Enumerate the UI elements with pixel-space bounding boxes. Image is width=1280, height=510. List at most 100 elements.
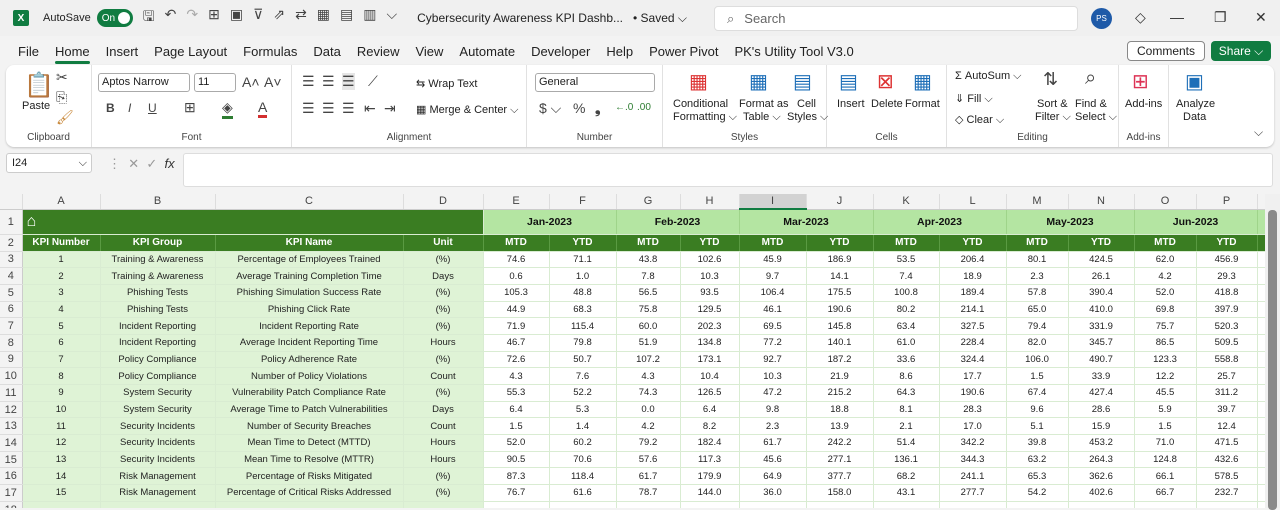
increase-decimal-icon[interactable]: ←.0 [615,102,633,113]
increase-indent-icon[interactable]: ⇥ [384,100,396,117]
unit-cell[interactable]: (%) [403,484,484,502]
value-cell[interactable]: 0.0 [616,401,681,419]
value-cell[interactable]: 7.6 [549,367,617,385]
delete-cells-icon[interactable]: ⊠ [877,69,894,94]
unit-cell[interactable]: Hours [403,334,484,352]
value-cell[interactable]: 63.2 [1006,451,1069,469]
value-cell[interactable]: 6.4 [680,401,740,419]
value-cell[interactable]: 140.1 [806,334,874,352]
value-cell[interactable]: 13.9 [806,417,874,436]
value-cell[interactable]: 432.6 [1196,451,1258,469]
font-color-icon[interactable]: A [258,99,268,118]
value-cell[interactable]: 175.5 [806,284,874,302]
kpi-group-cell[interactable]: Training & Awareness [100,267,216,285]
value-cell[interactable]: 70.6 [549,451,617,469]
merge-center-button[interactable]: ▦ Merge & Center ⌵ [416,103,519,117]
value-cell[interactable]: 21.9 [806,367,874,385]
picture-icon[interactable]: ▣ [230,6,243,30]
italic-icon[interactable]: I [128,101,131,115]
value-cell[interactable]: 264.3 [1068,451,1135,469]
value-cell[interactable]: 509.5 [1196,334,1258,352]
share-icon[interactable]: ⇗ [273,6,285,30]
value-cell[interactable]: 77.2 [739,334,807,352]
value-cell[interactable]: 18.8 [806,401,874,419]
kpi-number-cell[interactable]: 12 [22,434,101,452]
row-header[interactable]: 7 [0,317,23,335]
value-cell[interactable]: 1.0 [549,267,617,285]
value-cell[interactable]: 327.5 [939,317,1007,335]
cell[interactable] [1257,351,1265,369]
value-cell[interactable]: 61.6 [549,484,617,502]
value-cell[interactable]: 56.5 [616,284,681,302]
value-cell[interactable]: 86.5 [1134,334,1197,352]
value-cell[interactable]: 1.5 [1006,367,1069,385]
currency-icon[interactable]: $ ⌵ [539,100,561,117]
increase-font-icon[interactable]: A˄ [242,74,260,90]
undo-icon[interactable]: ↶ [165,6,177,30]
value-cell[interactable]: 8.1 [873,401,940,419]
orientation-icon[interactable]: ⟋ [368,73,378,90]
save-icon[interactable]: 🖫 [143,6,155,30]
value-cell[interactable]: 12.4 [1196,417,1258,436]
value-cell[interactable]: 558.8 [1196,351,1258,369]
cell[interactable] [1257,434,1265,452]
value-cell[interactable]: 4.2 [1134,267,1197,285]
tab-formulas[interactable]: Formulas [243,44,297,59]
row-header[interactable]: 2 [0,234,23,252]
cell[interactable] [1257,284,1265,302]
kpi-name-cell[interactable]: Mean Time to Resolve (MTTR) [215,451,404,469]
value-cell[interactable]: 54.2 [1006,484,1069,502]
cell[interactable] [215,501,404,508]
cell[interactable] [939,501,1007,508]
form-icon[interactable]: ▥ [363,6,376,30]
kpi-name-cell[interactable]: Percentage of Risks Mitigated [215,467,404,486]
value-cell[interactable]: 18.9 [939,267,1007,285]
kpi-number-cell[interactable]: 5 [22,317,101,335]
value-cell[interactable]: 173.1 [680,351,740,369]
value-cell[interactable]: 377.7 [806,467,874,486]
tab-developer[interactable]: Developer [531,44,590,59]
tab-automate[interactable]: Automate [459,44,515,59]
value-cell[interactable]: 10.4 [680,367,740,385]
column-header-M[interactable]: M [1006,194,1069,210]
row-header[interactable]: 12 [0,401,23,419]
saved-status[interactable]: • Saved ⌵ [633,11,687,26]
insert-cells-icon[interactable]: ▤ [839,69,858,94]
value-cell[interactable]: 242.2 [806,434,874,452]
value-cell[interactable]: 36.0 [739,484,807,502]
value-cell[interactable]: 87.3 [483,467,550,486]
close-icon[interactable]: ✕ [1255,9,1267,26]
kpi-name-cell[interactable]: Percentage of Employees Trained [215,251,404,269]
cut-icon[interactable]: ✂ [56,69,68,86]
cell[interactable] [549,501,617,508]
align-bottom-icon[interactable]: ☰ [342,73,355,90]
value-cell[interactable]: 202.3 [680,317,740,335]
value-cell[interactable]: 28.3 [939,401,1007,419]
kpi-group-cell[interactable]: System Security [100,384,216,402]
value-cell[interactable]: 61.0 [873,334,940,352]
unit-cell[interactable]: (%) [403,467,484,486]
column-header-K[interactable]: K [873,194,940,210]
value-cell[interactable]: 6.4 [483,401,550,419]
column-header-L[interactable]: L [939,194,1007,210]
fill-color-icon[interactable]: ◈ [222,99,233,119]
value-cell[interactable]: 345.7 [1068,334,1135,352]
comma-icon[interactable]: ❟ [595,100,601,117]
cell[interactable] [616,501,681,508]
decrease-font-icon[interactable]: A˅ [264,74,282,90]
value-cell[interactable]: 47.2 [739,384,807,402]
unit-cell[interactable]: (%) [403,251,484,269]
column-header-A[interactable]: A [22,194,101,210]
value-cell[interactable]: 5.1 [1006,417,1069,436]
value-cell[interactable]: 44.9 [483,301,550,319]
value-cell[interactable]: 8.2 [680,417,740,436]
column-header-C[interactable]: C [215,194,404,210]
value-cell[interactable]: 578.5 [1196,467,1258,486]
value-cell[interactable]: 206.4 [939,251,1007,269]
value-cell[interactable]: 71.1 [549,251,617,269]
value-cell[interactable]: 117.3 [680,451,740,469]
value-cell[interactable]: 45.6 [739,451,807,469]
kpi-group-cell[interactable]: Security Incidents [100,434,216,452]
value-cell[interactable]: 2.3 [1006,267,1069,285]
cell[interactable] [1257,251,1265,269]
